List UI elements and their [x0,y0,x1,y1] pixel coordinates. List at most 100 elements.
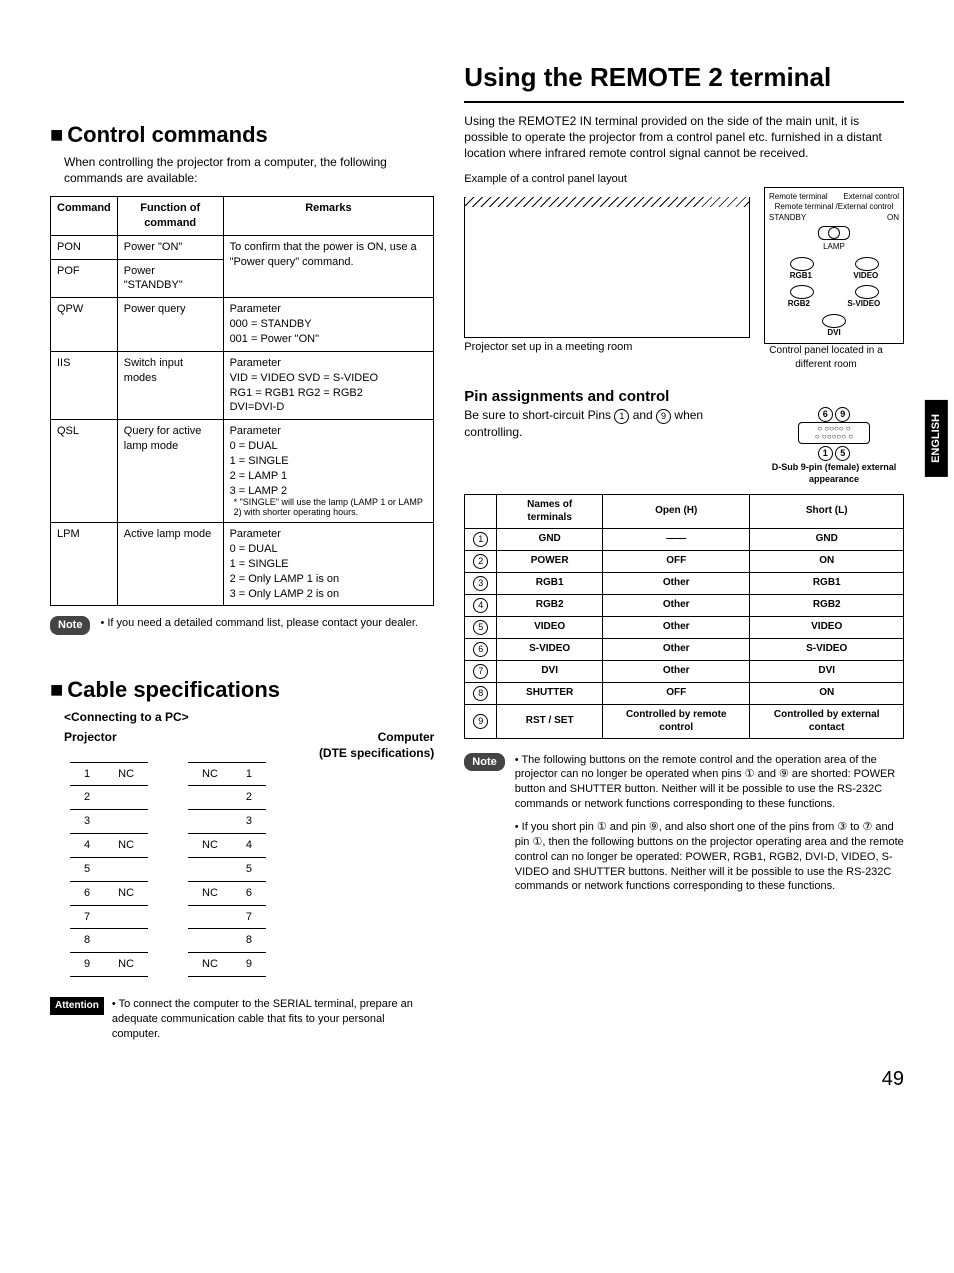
cable-cell: 7 [232,905,266,929]
pin-name: DVI [497,660,603,682]
lbl-svideo: S-VIDEO [847,299,880,310]
lbl-lamp: LAMP [769,242,899,253]
pin-open: Controlled by remote control [603,704,750,738]
func-cell: Query for active lamp mode [117,420,223,523]
cable-cell [104,810,148,834]
note-badge: Note [464,753,504,772]
pin-short: RGB2 [750,594,904,616]
func-cell: Power query [117,298,223,352]
pin-open: Other [603,616,750,638]
cable-h-dte: (DTE specifications) [319,746,434,760]
qsl-footnote: * "SINGLE" will use the lamp (LAMP 1 or … [234,498,428,518]
pin-th3: Short (L) [750,494,904,528]
pin-open: —— [603,528,750,550]
pin-short: DVI [750,660,904,682]
remote-note-1: • The following buttons on the remote co… [515,753,904,812]
pin-num: 2 [465,550,497,572]
func-cell: Power "STANDBY" [117,259,223,298]
cable-cell: 8 [70,929,104,953]
lbl-standby: STANDBY [769,213,806,224]
page-number: 49 [50,1066,904,1093]
cable-cell: 4 [232,834,266,858]
pin-open: Other [603,594,750,616]
th-remarks: Remarks [223,197,434,236]
pin-th0 [465,494,497,528]
rgb1-button-icon [790,257,814,271]
cable-cell [188,929,232,953]
lbl-dvi: DVI [769,328,899,339]
th-command: Command [51,197,118,236]
pin-open: OFF [603,550,750,572]
cmd-cell: PON [51,235,118,259]
cable-cell: 3 [70,810,104,834]
pin-open: OFF [603,682,750,704]
cmd-cell: QSL [51,420,118,523]
cable-cell: 5 [232,857,266,881]
cable-cell: 5 [70,857,104,881]
cable-h-projector: Projector [64,729,117,761]
cmd-cell: QPW [51,298,118,352]
pin-num: 1 [465,528,497,550]
cable-cell [188,905,232,929]
pin-open: Other [603,660,750,682]
note-text: • If you need a detailed command list, p… [100,616,434,631]
func-cell: Switch input modes [117,351,223,419]
lbl-rgb1: RGB1 [790,271,812,282]
power-toggle-icon [818,226,850,240]
lbl-on: ON [887,213,899,224]
control-commands-intro: When controlling the projector from a co… [64,154,434,186]
pin-short: ON [750,682,904,704]
remote2-intro: Using the REMOTE2 IN terminal provided o… [464,113,904,162]
pin-name: GND [497,528,603,550]
cable-cell: 9 [70,953,104,977]
pin-open: Other [603,572,750,594]
cable-cell: NC [188,834,232,858]
pin-th2: Open (H) [603,494,750,528]
pin-th1: Names of terminals [497,494,603,528]
cmd-cell: IIS [51,351,118,419]
pin-text-a: Be sure to short-circuit Pins [464,408,614,422]
pin-name: RST / SET [497,704,603,738]
cmd-cell: POF [51,259,118,298]
cable-cell: NC [188,881,232,905]
pin-name: SHUTTER [497,682,603,704]
cable-cell [188,857,232,881]
cable-subhead: <Connecting to a PC> [64,709,434,725]
pin-short: GND [750,528,904,550]
lbl-remote-terminal: Remote terminal [769,192,828,203]
pin-num: 3 [465,572,497,594]
cable-cell [104,786,148,810]
cable-cell: 1 [70,762,104,786]
pin-1-icon: 1 [614,409,629,424]
pin-name: S-VIDEO [497,638,603,660]
cable-cell [188,786,232,810]
pin-intro: Be sure to short-circuit Pins 1 and 9 wh… [464,407,754,440]
remote2-title: Using the REMOTE 2 terminal [464,60,904,103]
pin-text-b: and [629,408,656,422]
lbl-external-control: External control [843,192,899,203]
cable-cell [104,857,148,881]
cable-cell: 1 [232,762,266,786]
th-function: Function of command [117,197,223,236]
lbl-combined: Remote terminal /External control [769,202,899,213]
attention-badge: Attention [50,997,104,1015]
cable-cell [104,905,148,929]
pin-short: Controlled by external contact [750,704,904,738]
connector-caption: D-Sub 9-pin (female) external appearance [764,461,904,485]
pin-name: POWER [497,550,603,572]
cable-table: 1NC234NC56NC789NC NC123NC45NC678NC9 [70,762,434,978]
cable-cell: 3 [232,810,266,834]
pin-name: RGB2 [497,594,603,616]
command-table: Command Function of command Remarks PON … [50,196,434,606]
pin-assignments-heading: Pin assignments and control [464,387,904,407]
remark-cell: To confirm that the power is ON, use a "… [223,235,434,298]
connector-figure: 6 9 ○ ○○○○ ○○ ○○○○○ ○ 1 5 D-Sub 9-pin (f… [764,407,904,485]
pin-short: RGB1 [750,572,904,594]
cable-cell: 6 [232,881,266,905]
func-cell: Power "ON" [117,235,223,259]
control-panel-diagram: Remote terminal External control Remote t… [764,187,904,345]
func-cell: Active lamp mode [117,523,223,606]
cable-cell [104,929,148,953]
remark-cell: Parameter 0 = DUAL 1 = SINGLE 2 = Only L… [223,523,434,606]
control-commands-heading: Control commands [50,120,434,150]
